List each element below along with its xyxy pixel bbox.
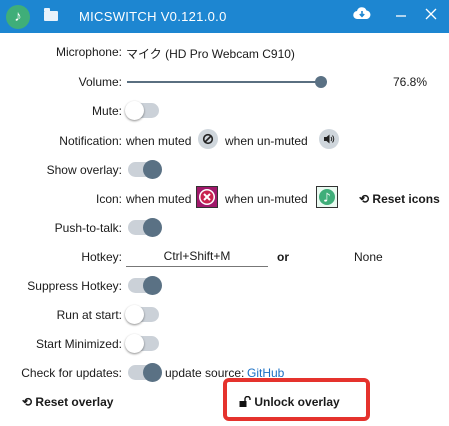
check-updates-label: Check for updates: [21,366,122,380]
notification-when-unmuted-label: when un-muted [225,134,308,148]
start-minimized-toggle[interactable] [125,334,159,353]
run-at-start-label: Run at start: [56,308,122,322]
volume-slider-thumb[interactable] [315,76,327,88]
open-folder-icon[interactable] [44,8,58,21]
show-overlay-label: Show overlay: [46,163,122,177]
svg-text:♪: ♪ [323,191,331,205]
hotkey-input[interactable]: Ctrl+Shift+M [126,246,268,267]
minimize-icon[interactable] [391,6,411,26]
push-to-talk-label: Push-to-talk: [54,221,122,235]
notification-label: Notification: [59,134,122,148]
app-note-icon: ♪ [6,5,30,29]
show-overlay-toggle[interactable] [128,160,162,179]
start-minimized-label: Start Minimized: [35,337,122,351]
reset-icons-button[interactable]: ⟲ Reset icons [359,192,440,206]
suppress-hotkey-toggle[interactable] [128,276,162,295]
reset-icon: ⟲ [22,395,33,409]
mute-toggle[interactable] [125,101,159,120]
icon-when-muted-label: when muted [126,192,192,206]
volume-label: Volume: [78,75,122,89]
hotkey-or-label: or [277,250,289,264]
muted-overlay-icon[interactable] [196,186,218,208]
volume-slider-track[interactable] [127,81,323,83]
run-at-start-toggle[interactable] [125,305,159,324]
push-to-talk-toggle[interactable] [128,218,162,237]
title-bar: ♪ MICSWITCH V0.121.0.0 [0,0,449,33]
highlight-box [223,378,370,421]
microphone-label: Microphone: [55,45,122,59]
volume-value: 76.8% [393,75,428,89]
reset-overlay-label: Reset overlay [35,395,114,409]
hotkey-label: Hotkey: [81,250,122,264]
check-updates-toggle[interactable] [128,363,162,382]
icon-when-unmuted-label: when un-muted [225,192,308,206]
close-icon[interactable] [421,6,441,26]
icon-label: Icon: [95,192,122,206]
cloud-download-icon[interactable] [352,6,372,26]
reset-icons-label: Reset icons [372,192,440,206]
reset-icon: ⟲ [359,192,370,206]
alt-hotkey-input[interactable]: None [354,250,383,264]
muted-sound-icon[interactable] [198,129,218,149]
suppress-hotkey-label: Suppress Hotkey: [27,279,122,293]
unmuted-overlay-icon[interactable]: ♪ [316,186,338,208]
window-title: MICSWITCH V0.121.0.0 [79,9,227,24]
unmuted-sound-icon[interactable] [319,129,339,149]
reset-overlay-button[interactable]: ⟲ Reset overlay [22,395,113,409]
microphone-select[interactable]: マイク (HD Pro Webcam C910) [126,45,295,62]
mute-label: Mute: [91,104,122,118]
notification-when-muted-label: when muted [126,134,192,148]
